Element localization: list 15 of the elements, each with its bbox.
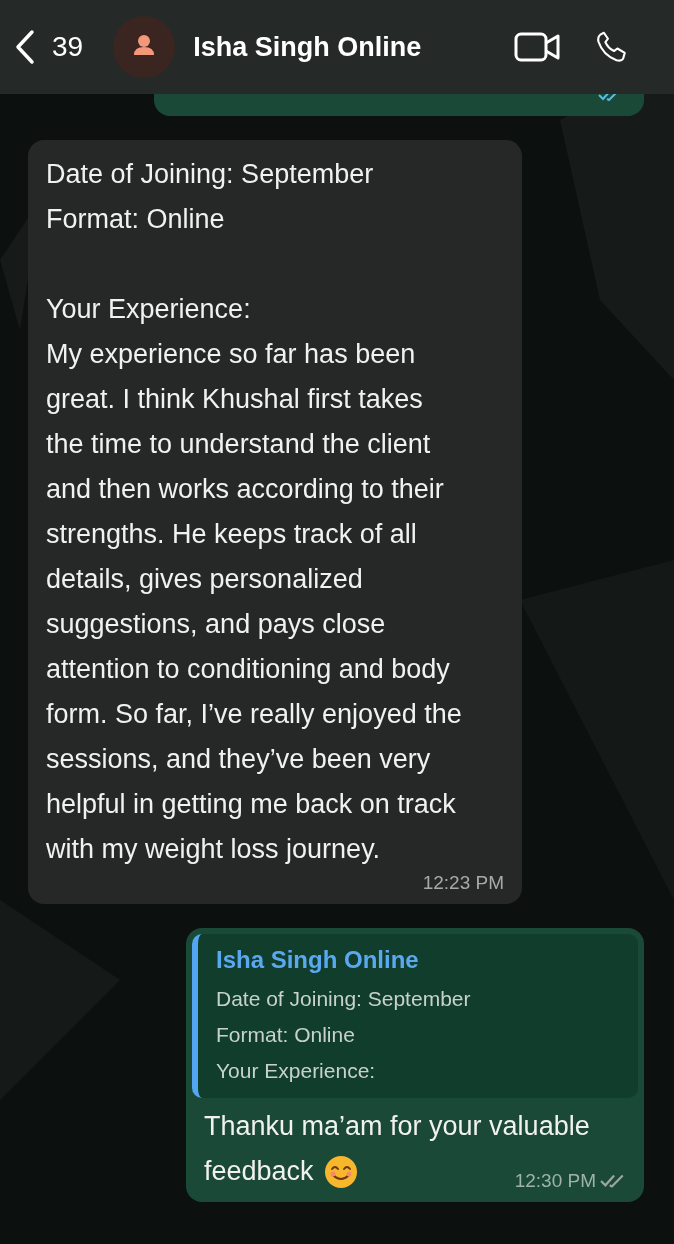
avatar-icon[interactable]	[113, 16, 176, 78]
message-time: 12:30 PM	[514, 1169, 596, 1192]
message-time: 12:23 PM	[422, 872, 504, 894]
back-button[interactable]: 39	[14, 29, 84, 65]
quoted-author: Isha Singh Online	[216, 946, 420, 974]
chevron-icon	[14, 29, 36, 65]
message-text: Thanku ma’am for your valuable	[204, 1110, 591, 1143]
quoted-text: Date of Joining: September	[216, 986, 472, 1012]
quoted-message[interactable]: Isha Singh Online Date of Joining: September Format: Online Your Experience:	[192, 934, 638, 1098]
video-call-icon[interactable]	[514, 32, 560, 62]
message-text: feedback	[204, 1155, 314, 1188]
contact-name[interactable]: Isha Singh Online	[193, 31, 422, 63]
message-text: Date of Joining: September Format: Online Your Experience: My experience so far has been great. I think Khushal first takes the time to understand the client and then works according to their strengths. He keeps track of all details, gives personalized suggestions, and pays close attention to conditioning and body form. So far, I’ve really enjoyed the sessions, and they’ve been very helpful in getting me back on track with my weight loss journey.	[46, 158, 463, 866]
quoted-text: Your Experience:	[216, 1058, 377, 1084]
quoted-text: Format: Online	[216, 1022, 356, 1048]
